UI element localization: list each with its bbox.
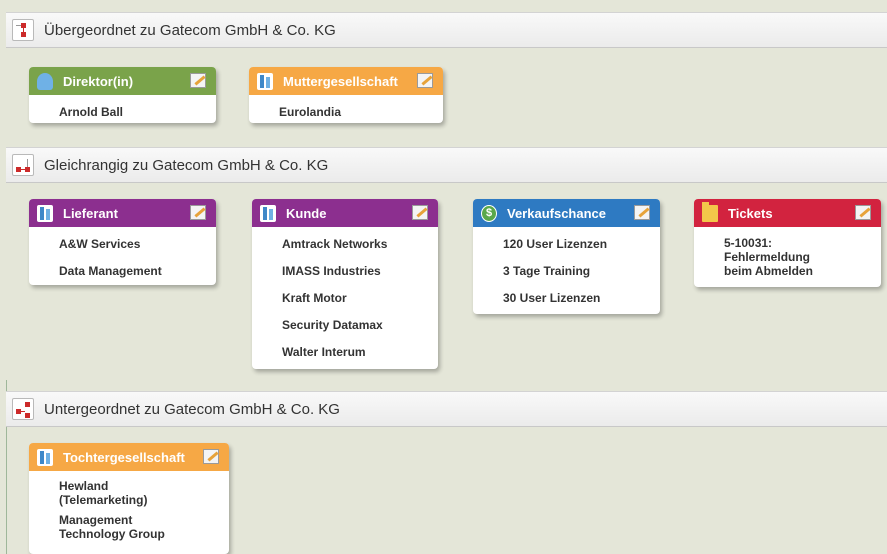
section-title: Übergeordnet zu Gatecom GmbH & Co. KG xyxy=(44,21,336,39)
list-item[interactable]: Eurolandia xyxy=(279,105,433,119)
building-icon xyxy=(257,72,273,90)
card-header: Muttergesellschaft xyxy=(249,67,443,95)
card-direktor[interactable]: Direktor(in) Arnold Ball xyxy=(29,67,216,123)
edit-pencil-icon[interactable] xyxy=(203,449,219,464)
list-item[interactable]: Walter Interum xyxy=(282,345,428,359)
list-item[interactable]: Arnold Ball xyxy=(59,105,206,119)
list-item[interactable]: 30 User Lizenzen xyxy=(503,291,650,305)
list-item[interactable]: Hewland (Telemarketing) xyxy=(59,479,169,507)
card-title: Verkaufschance xyxy=(507,205,607,221)
list-item[interactable]: Kraft Motor xyxy=(282,291,428,305)
building-icon xyxy=(37,204,53,222)
card-title: Tickets xyxy=(728,205,773,221)
card-tickets[interactable]: Tickets 5-10031: Fehlermeldung beim Abme… xyxy=(694,199,881,287)
section-header-parent[interactable]: Übergeordnet zu Gatecom GmbH & Co. KG xyxy=(6,12,887,48)
card-header: Tickets xyxy=(694,199,881,227)
list-item[interactable]: Security Datamax xyxy=(282,318,428,332)
card-verkaufschance[interactable]: $ Verkaufschance 120 User Lizenzen 3 Tag… xyxy=(473,199,660,314)
relation-tree-icon xyxy=(12,154,34,176)
edit-pencil-icon[interactable] xyxy=(855,205,871,220)
list-item[interactable]: 3 Tage Training xyxy=(503,264,650,278)
list-item[interactable]: Amtrack Networks xyxy=(282,237,428,251)
edit-pencil-icon[interactable] xyxy=(190,205,206,220)
list-item[interactable]: A&W Services xyxy=(59,237,206,251)
card-header: $ Verkaufschance xyxy=(473,199,660,227)
edit-pencil-icon[interactable] xyxy=(417,73,433,88)
list-item[interactable]: Data Management xyxy=(59,264,206,278)
person-icon xyxy=(37,72,53,90)
list-item[interactable]: Management Technology Group xyxy=(59,513,169,541)
list-item[interactable]: 5-10031: Fehlermeldung beim Abmelden xyxy=(724,236,831,278)
list-item[interactable]: IMASS Industries xyxy=(282,264,428,278)
card-header: Lieferant xyxy=(29,199,216,227)
section-header-child[interactable]: Untergeordnet zu Gatecom GmbH & Co. KG xyxy=(6,391,887,427)
card-header: Direktor(in) xyxy=(29,67,216,95)
section-title: Untergeordnet zu Gatecom GmbH & Co. KG xyxy=(44,400,340,418)
card-title: Tochtergesellschaft xyxy=(63,449,185,465)
card-header: Tochtergesellschaft xyxy=(29,443,229,471)
card-tochtergesellschaft[interactable]: Tochtergesellschaft Hewland (Telemarketi… xyxy=(29,443,229,554)
relation-tree-icon xyxy=(12,398,34,420)
section-header-peer[interactable]: Gleichrangig zu Gatecom GmbH & Co. KG xyxy=(6,147,887,183)
card-title: Lieferant xyxy=(63,205,118,221)
card-header: Kunde xyxy=(252,199,438,227)
edit-pencil-icon[interactable] xyxy=(190,73,206,88)
card-kunde[interactable]: Kunde Amtrack Networks IMASS Industries … xyxy=(252,199,438,369)
building-icon xyxy=(260,204,276,222)
building-icon xyxy=(37,448,53,466)
card-title: Kunde xyxy=(286,205,327,221)
edit-pencil-icon[interactable] xyxy=(412,205,428,220)
dollar-coin-icon: $ xyxy=(481,204,497,222)
folder-icon xyxy=(702,201,718,222)
card-muttergesellschaft[interactable]: Muttergesellschaft Eurolandia xyxy=(249,67,443,123)
card-title: Muttergesellschaft xyxy=(283,73,398,89)
edit-pencil-icon[interactable] xyxy=(634,205,650,220)
relation-tree-icon xyxy=(12,19,34,41)
list-item[interactable]: 120 User Lizenzen xyxy=(503,237,650,251)
section-title: Gleichrangig zu Gatecom GmbH & Co. KG xyxy=(44,156,329,174)
card-lieferant[interactable]: Lieferant A&W Services Data Management xyxy=(29,199,216,285)
card-title: Direktor(in) xyxy=(63,73,134,89)
